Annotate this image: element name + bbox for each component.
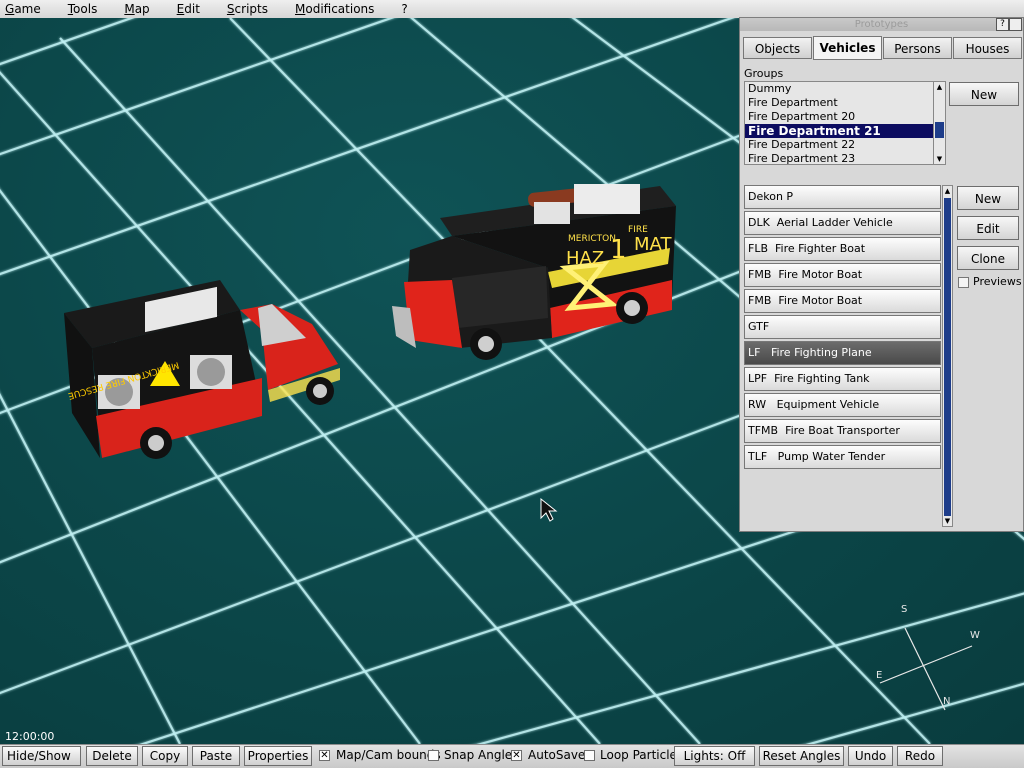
menu-game[interactable]: Game xyxy=(0,0,41,18)
menu-scripts[interactable]: Scripts xyxy=(222,0,268,18)
group-item[interactable]: Dummy xyxy=(745,82,945,96)
map-cam-bounds-label: Map/Cam bounds xyxy=(336,748,441,762)
loop-particles-label: Loop Particles xyxy=(600,748,684,762)
prototype-clone-button[interactable]: Clone xyxy=(957,246,1019,270)
tab-persons[interactable]: Persons xyxy=(883,37,952,59)
compass-north-label: N xyxy=(943,696,951,707)
prototype-edit-button[interactable]: Edit xyxy=(957,216,1019,240)
panel-close-button[interactable] xyxy=(1009,18,1022,31)
groups-label: Groups xyxy=(744,67,784,80)
engine-mat-text: MAT xyxy=(634,234,672,255)
prototype-item[interactable]: TFMB Fire Boat Transporter xyxy=(744,419,941,443)
rescue-ambulance-model[interactable]: MERICKTON FIRE RESCUE xyxy=(64,280,340,459)
prototype-item[interactable]: Dekon P xyxy=(744,185,941,209)
prototype-scrollbar[interactable]: ▲ ▼ xyxy=(942,185,953,527)
group-item[interactable]: Fire Department xyxy=(745,96,945,110)
prototype-item[interactable]: GTF xyxy=(744,315,941,339)
engine-number-text: 1 xyxy=(610,235,627,265)
groups-scrollbar[interactable]: ▲ ▼ xyxy=(933,82,945,164)
prototype-item[interactable]: FLB Fire Fighter Boat xyxy=(744,237,941,261)
menu-tools[interactable]: Tools xyxy=(63,0,98,18)
copy-button[interactable]: Copy xyxy=(142,746,188,766)
hazmat-fire-engine-model[interactable]: MERICTON FIRE HAZ 1 MAT xyxy=(392,184,676,360)
prototype-item[interactable]: FMB Fire Motor Boat xyxy=(744,289,941,313)
panel-titlebar[interactable]: Prototypes ? xyxy=(740,18,1023,31)
scroll-thumb[interactable] xyxy=(944,198,951,516)
autosave-checkbox[interactable]: ✕ xyxy=(511,750,522,761)
previews-label: Previews xyxy=(973,275,1022,288)
prototype-tabs: Objects Vehicles Persons Houses xyxy=(743,36,1023,60)
engine-mericton-text: MERICTON xyxy=(568,234,616,244)
prototypes-panel: Prototypes ? Objects Vehicles Persons Ho… xyxy=(739,17,1024,532)
snap-angles-checkbox[interactable] xyxy=(428,750,439,761)
tab-vehicles[interactable]: Vehicles xyxy=(813,36,882,60)
hide-show-button[interactable]: Hide/Show xyxy=(2,746,81,766)
delete-button[interactable]: Delete xyxy=(86,746,138,766)
scroll-up-icon[interactable]: ▲ xyxy=(934,82,945,92)
loop-particles-checkbox[interactable] xyxy=(584,750,595,761)
compass-icon xyxy=(879,627,973,711)
snap-angles-label: Snap Angles xyxy=(444,748,519,762)
engine-haz-text: HAZ xyxy=(566,248,604,269)
prototype-item[interactable]: TLF Pump Water Tender xyxy=(744,445,941,469)
tab-objects[interactable]: Objects xyxy=(743,37,812,59)
group-item[interactable]: Fire Department 20 xyxy=(745,110,945,124)
scroll-down-icon[interactable]: ▼ xyxy=(943,516,952,526)
reset-angles-button[interactable]: Reset Angles xyxy=(759,746,844,766)
menu-modifications[interactable]: Modifications xyxy=(290,0,374,18)
prototype-item[interactable]: RW Equipment Vehicle xyxy=(744,393,941,417)
prototype-item-selected[interactable]: LF Fire Fighting Plane xyxy=(744,341,941,365)
panel-title: Prototypes xyxy=(854,19,909,30)
previews-checkbox[interactable] xyxy=(958,277,969,288)
undo-button[interactable]: Undo xyxy=(848,746,893,766)
prototype-new-button[interactable]: New xyxy=(957,186,1019,210)
scroll-up-icon[interactable]: ▲ xyxy=(943,186,952,196)
paste-button[interactable]: Paste xyxy=(192,746,240,766)
prototype-list: Dekon P DLK Aerial Ladder Vehicle FLB Fi… xyxy=(744,185,941,530)
prototype-item[interactable]: DLK Aerial Ladder Vehicle xyxy=(744,211,941,235)
game-clock: 12:00:00 xyxy=(5,730,55,743)
bottom-toolbar: Hide/Show Delete Copy Paste Properties ✕… xyxy=(0,744,1024,768)
group-item[interactable]: Fire Department 23 xyxy=(745,152,945,164)
redo-button[interactable]: Redo xyxy=(897,746,943,766)
properties-button[interactable]: Properties xyxy=(244,746,312,766)
prototype-item[interactable]: FMB Fire Motor Boat xyxy=(744,263,941,287)
menu-map[interactable]: Map xyxy=(119,0,149,18)
lights-toggle-button[interactable]: Lights: Off xyxy=(674,746,755,766)
compass-west-label: W xyxy=(970,630,980,641)
panel-help-button[interactable]: ? xyxy=(996,18,1009,31)
scroll-down-icon[interactable]: ▼ xyxy=(934,154,945,164)
groups-list[interactable]: Dummy Fire Department Fire Department 20… xyxy=(744,81,946,165)
scroll-thumb[interactable] xyxy=(935,122,944,138)
menu-edit[interactable]: Edit xyxy=(172,0,200,18)
compass-south-label: S xyxy=(901,604,908,615)
tab-houses[interactable]: Houses xyxy=(953,37,1022,59)
mouse-cursor-icon xyxy=(540,497,558,522)
compass-east-label: E xyxy=(876,670,883,681)
prototype-item[interactable]: LPF Fire Fighting Tank xyxy=(744,367,941,391)
group-item-selected[interactable]: Fire Department 21 xyxy=(745,124,945,138)
menu-help[interactable]: ? xyxy=(396,0,407,18)
autosave-label: AutoSave xyxy=(528,748,586,762)
map-cam-bounds-checkbox[interactable]: ✕ xyxy=(319,750,330,761)
group-new-button[interactable]: New xyxy=(949,82,1019,106)
group-item[interactable]: Fire Department 22 xyxy=(745,138,945,152)
